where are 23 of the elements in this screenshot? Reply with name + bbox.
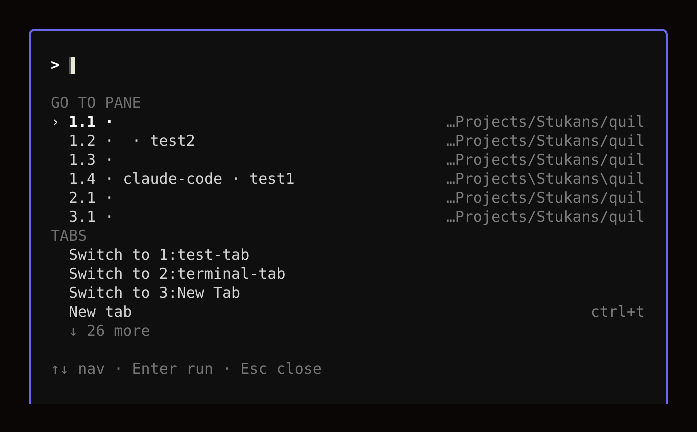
pane-item[interactable]: 1.3 · bbox=[69, 151, 114, 169]
pane-item[interactable]: 1.1 · bbox=[69, 113, 114, 131]
pane-path: …Projects\Stukans\quil bbox=[446, 170, 645, 189]
tab-command[interactable]: Switch to 2:terminal-tab bbox=[69, 265, 286, 283]
more-count: ↓ 26 more bbox=[69, 322, 150, 341]
pane-item[interactable]: 3.1 · bbox=[69, 208, 114, 226]
pane-path: …Projects/Stukans/quil bbox=[446, 151, 645, 170]
section-heading: TABS bbox=[51, 227, 88, 246]
pane-path: …Projects/Stukans/quil bbox=[446, 189, 645, 208]
tab-command[interactable]: New tab bbox=[69, 303, 132, 321]
pane-item[interactable]: 1.2 · · test2 bbox=[69, 132, 196, 150]
selection-marker: › bbox=[51, 113, 62, 132]
pane-item[interactable]: 1.4 · claude-code · test1 bbox=[69, 170, 295, 188]
tab-command[interactable]: Switch to 3:New Tab bbox=[69, 284, 241, 302]
pane-path: …Projects/Stukans/quil bbox=[446, 113, 645, 132]
prompt-symbol: > bbox=[51, 56, 60, 75]
pane-path: …Projects/Stukans/quil bbox=[446, 208, 645, 227]
pane-item[interactable]: 2.1 · bbox=[69, 189, 114, 207]
tab-command[interactable]: Switch to 1:test-tab bbox=[69, 246, 250, 264]
section-heading: GO TO PANE bbox=[51, 94, 142, 113]
key-hints: ↑↓ nav · Enter run · Esc close bbox=[51, 360, 322, 379]
pane-path: …Projects/Stukans/quil bbox=[446, 132, 645, 151]
shortcut-hint: ctrl+t bbox=[590, 303, 645, 322]
